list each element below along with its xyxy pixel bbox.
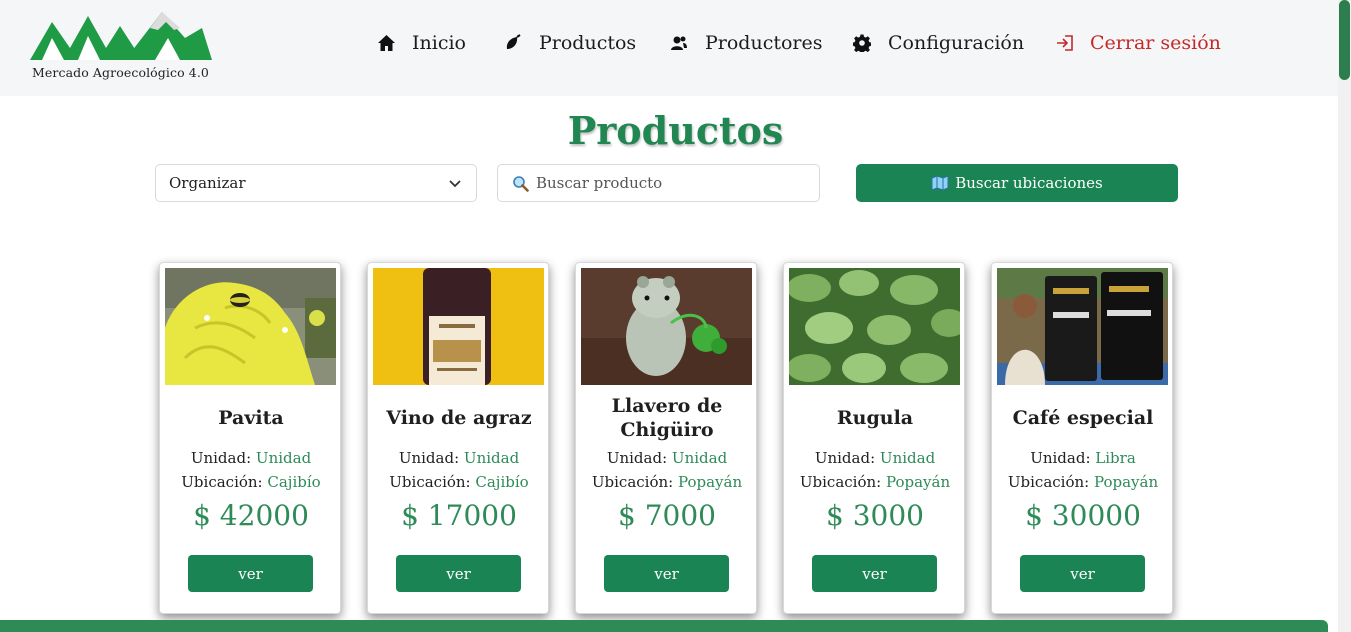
product-unit-row: Unidad: Unidad bbox=[368, 449, 550, 467]
location-value: Cajibío bbox=[267, 473, 321, 491]
page-title: Productos bbox=[567, 108, 784, 153]
product-card: Rugula Unidad: Unidad Ubicación: Popayán… bbox=[783, 262, 965, 614]
unit-label: Unidad: bbox=[190, 449, 252, 467]
product-unit-row: Unidad: Unidad bbox=[576, 449, 758, 467]
location-label: Ubicación: bbox=[799, 473, 882, 491]
unit-label: Unidad: bbox=[398, 449, 460, 467]
product-location-row: Ubicación: Popayán bbox=[784, 473, 966, 491]
unit-value: Unidad bbox=[671, 449, 728, 467]
search-input[interactable] bbox=[536, 174, 796, 192]
product-price: $ 7000 bbox=[618, 499, 716, 532]
product-image[interactable] bbox=[373, 268, 544, 385]
product-card: Café especial Unidad: Libra Ubicación: P… bbox=[991, 262, 1173, 614]
search-locations-button[interactable]: Buscar ubicaciones bbox=[856, 164, 1178, 202]
product-unit-row: Unidad: Unidad bbox=[160, 449, 342, 467]
location-label: Ubicación: bbox=[1007, 473, 1090, 491]
product-name: Rugula bbox=[836, 407, 914, 429]
logo[interactable]: Mercado Agroecológico 4.0 bbox=[30, 8, 215, 84]
gear-icon bbox=[852, 33, 872, 53]
location-value: Popayán bbox=[1093, 473, 1159, 491]
product-unit-row: Unidad: Libra bbox=[992, 449, 1174, 467]
unit-label: Unidad: bbox=[1030, 449, 1091, 467]
nav-productos[interactable]: Productos bbox=[503, 28, 636, 58]
horizontal-scrollbar[interactable] bbox=[0, 620, 1328, 632]
mountains-logo-icon bbox=[30, 12, 212, 60]
search-field[interactable] bbox=[497, 164, 820, 202]
product-card: Vino de agraz Unidad: Unidad Ubicación: … bbox=[367, 262, 549, 614]
logo-text: Mercado Agroecológico 4.0 bbox=[32, 65, 209, 80]
product-card: Pavita Unidad: Unidad Ubicación: Cajibío… bbox=[159, 262, 341, 614]
view-product-button[interactable]: ver bbox=[812, 555, 937, 592]
sort-select-value: Organizar bbox=[169, 174, 246, 192]
unit-value: Unidad bbox=[463, 449, 520, 467]
product-card: Llavero de Chigüiro Unidad: Unidad Ubica… bbox=[575, 262, 757, 614]
location-label: Ubicación: bbox=[181, 473, 263, 491]
product-name: Llavero de Chigüiro bbox=[611, 395, 723, 441]
product-image[interactable] bbox=[581, 268, 752, 385]
product-location-row: Ubicación: Cajibío bbox=[160, 473, 342, 491]
location-value: Popayán bbox=[885, 473, 951, 491]
scrollbar-track[interactable] bbox=[1338, 0, 1351, 632]
unit-value: Libra bbox=[1095, 449, 1136, 467]
chevron-down-icon bbox=[448, 176, 462, 194]
home-icon bbox=[376, 33, 396, 53]
users-icon bbox=[669, 33, 689, 53]
nav-label: Configuración bbox=[888, 32, 1025, 54]
nav-productores[interactable]: Productores bbox=[669, 28, 823, 58]
seed-icon bbox=[503, 33, 523, 53]
product-location-row: Ubicación: Popayán bbox=[992, 473, 1174, 491]
nav-inicio[interactable]: Inicio bbox=[376, 28, 466, 58]
nav-label: Productores bbox=[705, 32, 823, 54]
view-product-button[interactable]: ver bbox=[1020, 555, 1145, 592]
sort-select[interactable]: Organizar bbox=[155, 164, 477, 202]
product-location-row: Ubicación: Popayán bbox=[576, 473, 758, 491]
location-label: Ubicación: bbox=[389, 473, 471, 491]
product-image[interactable] bbox=[997, 268, 1168, 385]
unit-value: Unidad bbox=[879, 449, 936, 467]
product-image[interactable] bbox=[789, 268, 960, 385]
product-name: Vino de agraz bbox=[386, 407, 532, 429]
unit-value: Unidad bbox=[255, 449, 312, 467]
product-name: Pavita bbox=[218, 407, 284, 429]
nav-label: Productos bbox=[539, 32, 637, 54]
unit-label: Unidad: bbox=[606, 449, 668, 467]
unit-label: Unidad: bbox=[814, 449, 876, 467]
map-icon bbox=[931, 175, 949, 191]
location-label: Ubicación: bbox=[591, 473, 674, 491]
logout-icon bbox=[1054, 33, 1074, 53]
product-unit-row: Unidad: Unidad bbox=[784, 449, 966, 467]
location-value: Popayán bbox=[677, 473, 743, 491]
nav-configuracion[interactable]: Configuración bbox=[852, 28, 1024, 58]
search-icon bbox=[512, 175, 529, 192]
product-name: Café especial bbox=[1012, 407, 1154, 429]
product-price: $ 30000 bbox=[1025, 499, 1141, 532]
search-locations-label: Buscar ubicaciones bbox=[955, 174, 1103, 192]
view-product-button[interactable]: ver bbox=[604, 555, 729, 592]
product-location-row: Ubicación: Cajibío bbox=[368, 473, 550, 491]
view-product-button[interactable]: ver bbox=[396, 555, 521, 592]
product-price: $ 42000 bbox=[193, 499, 309, 532]
top-header: Mercado Agroecológico 4.0 Inicio Product… bbox=[0, 0, 1338, 96]
nav-cerrar-sesion[interactable]: Cerrar sesión bbox=[1054, 28, 1221, 58]
scrollbar-thumb[interactable] bbox=[1339, 0, 1350, 80]
product-price: $ 17000 bbox=[401, 499, 517, 532]
product-price: $ 3000 bbox=[826, 499, 924, 532]
nav-label: Cerrar sesión bbox=[1090, 32, 1221, 54]
location-value: Cajibío bbox=[475, 473, 529, 491]
view-product-button[interactable]: ver bbox=[188, 555, 313, 592]
nav-label: Inicio bbox=[412, 32, 466, 54]
product-image[interactable] bbox=[165, 268, 336, 385]
